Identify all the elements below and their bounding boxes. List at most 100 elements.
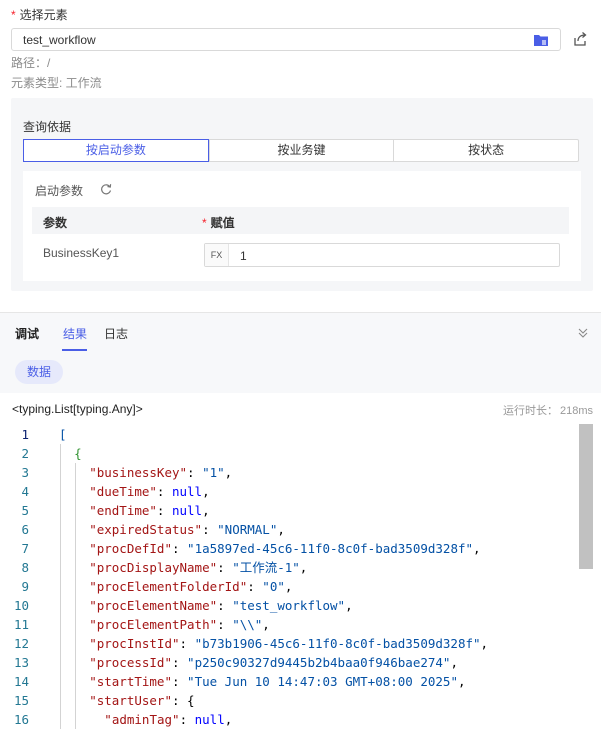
json-comma: , [202,484,210,499]
code-text: [ [59,425,67,444]
tab-debug[interactable]: 调试 [15,325,39,342]
json-value: null [194,712,225,727]
element-select-input[interactable]: test_workflow [11,28,561,51]
json-key: "procDisplayName" [89,560,218,575]
json-code-editor[interactable]: 1[2{3 "businessKey": "1", 4 "dueTime": null… [0,424,601,729]
code-text: "procDefId": "1a5897ed-45c6-11f0-8c0f-ba… [89,541,481,556]
json-key: "startTime" [89,674,172,689]
line-number: 9 [21,579,29,594]
element-type: 元素类型: 工作流 [11,76,102,90]
fx-toggle[interactable]: FX [205,244,229,266]
code-line: 11 "procElementPath": "\\", [0,615,580,634]
code-line: 13 "processId": "p250c90327d9445b2b4baa0f… [0,653,580,672]
editor-scrollbar[interactable] [579,424,593,569]
code-text: "procElementName": "test_workflow", [89,598,353,613]
json-comma: , [224,712,233,727]
json-comma: , [299,560,308,575]
code-text: "procElementFolderId": "0", [89,579,293,594]
query-option-status[interactable]: 按状态 [393,140,578,161]
line-number: 11 [13,617,29,632]
code-text: "procDisplayName": "工作流-1", [89,560,308,575]
json-key: "procElementPath" [89,617,218,632]
json-value: "0" [262,579,285,594]
line-number: 15 [13,693,29,708]
json-value: { [187,693,195,708]
json-key: "adminTag" [104,712,180,727]
code-text: "endTime": null, [89,503,210,518]
col-value: * 赋值 [202,214,235,231]
json-key: "startUser" [89,693,172,708]
line-number: 14 [13,674,29,689]
line-number: 2 [21,446,29,461]
code-text: "procInstId": "b73b1906-45c6-11f0-8c0f-b… [89,636,489,651]
tab-result[interactable]: 结果 [63,325,87,342]
element-path: 路径：/ [11,56,51,70]
col-param: 参数 [43,216,68,230]
tab-log[interactable]: 日志 [104,325,128,342]
json-value: "工作流-1" [232,560,300,575]
required-mark: * [11,8,16,22]
json-value: "Tue Jun 10 14:47:03 GMT+08:00 2025" [187,674,458,689]
runtime: 运行时长： 218ms [503,402,593,418]
json-value: "p250c90327d9445b2b4baa0f946bae274" [187,655,451,670]
query-mode-segmented: 按启动参数 按业务键 按状态 [23,139,579,162]
chevron-double-down-icon[interactable] [577,327,589,339]
code-line: 2{ [0,444,580,463]
code-line: 10 "procElementName": "test_workflow", [0,596,580,615]
json-value: "\\" [232,617,263,632]
json-key: "procElementFolderId" [89,579,248,594]
code-line: 12 "procInstId": "b73b1906-45c6-11f0-8c0f… [0,634,580,653]
line-number: 3 [21,465,29,480]
line-number: 5 [21,503,29,518]
code-line: 14 "startTime": "Tue Jun 10 14:47:03 GMT+… [0,672,580,691]
json-comma: , [277,522,285,537]
code-text: "dueTime": null, [89,484,210,499]
line-number: 7 [21,541,29,556]
json-key: "dueTime" [89,484,157,499]
json-bracket: { [74,446,82,461]
json-key: "procDefId" [89,541,172,556]
json-value: null [171,503,203,518]
code-line: 15 "startUser": { [0,691,580,710]
code-text: { [74,444,82,463]
params-table-header: 参数 * 赋值 [32,207,569,234]
code-text: "businessKey": "1", [89,465,233,480]
json-comma: , [284,579,293,594]
runtime-label: 运行时长： [502,405,558,417]
code-line: 16 "adminTag": null, [0,710,580,729]
json-key: "expiredStatus" [89,522,203,537]
data-pill[interactable]: 数据 [15,360,63,384]
line-number: 10 [13,598,29,613]
json-value: "test_workflow" [232,598,346,613]
code-line: 8 "procDisplayName": "工作流-1", [0,558,580,577]
line-number: 12 [13,636,29,651]
code-line: 3 "businessKey": "1", [0,463,580,482]
query-option-start-params[interactable]: 按启动参数 [23,139,209,162]
query-title: 查询依据 [23,120,72,134]
json-bracket: [ [59,427,67,442]
json-key: "procInstId" [89,636,180,651]
json-comma: , [450,655,458,670]
param-value-input[interactable]: FX 1 [204,243,560,267]
refresh-icon[interactable] [100,183,112,195]
json-value: "1a5897ed-45c6-11f0-8c0f-bad3509d328f" [187,541,474,556]
json-comma: , [457,674,466,689]
code-text: "expiredStatus": "NORMAL", [89,522,285,537]
json-comma: , [224,465,233,480]
json-key: "endTime" [89,503,157,518]
line-number: 4 [21,484,29,499]
query-option-business-key[interactable]: 按业务键 [208,140,394,161]
external-link-icon[interactable] [572,31,588,47]
json-comma: , [262,617,270,632]
folder-icon[interactable] [534,34,548,46]
result-toolbar: 数据 [0,353,601,393]
param-name: BusinessKey1 [43,246,120,260]
param-value: 1 [240,249,247,263]
code-line: 7 "procDefId": "1a5897ed-45c6-11f0-8c0f-b… [0,539,580,558]
code-line: 9 "procElementFolderId": "0", [0,577,580,596]
json-key: "procElementName" [89,598,218,613]
select-element-label-text: 选择元素 [19,8,68,22]
json-key: "processId" [89,655,172,670]
json-value: "b73b1906-45c6-11f0-8c0f-bad3509d328f" [194,636,481,651]
code-line: 5 "endTime": null, [0,501,580,520]
